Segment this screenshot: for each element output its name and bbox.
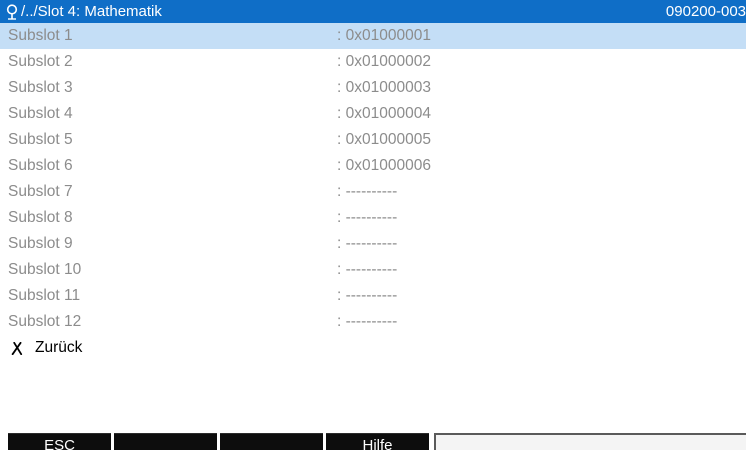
subslot-label: Subslot 3 (8, 79, 73, 96)
subslot-row-5[interactable]: Subslot 5 : 0x01000005 (0, 127, 746, 153)
network-plug-icon (6, 4, 18, 20)
subslot-row-10[interactable]: Subslot 10 : ---------- (0, 257, 746, 283)
softkey-2[interactable] (114, 433, 217, 450)
subslot-label: Subslot 7 (8, 183, 73, 200)
subslot-label: Subslot 10 (8, 261, 82, 278)
subslot-value: : 0x01000003 (337, 79, 431, 96)
subslot-value: : ---------- (337, 209, 398, 226)
subslot-list: Subslot 1 : 0x01000001 Subslot 2 : 0x010… (0, 23, 746, 361)
menu-code: 090200-003 (665, 3, 746, 20)
x-icon (11, 342, 23, 355)
back-label: Zurück (35, 339, 83, 356)
title-bar: /../Slot 4: Mathematik 090200-003 (0, 0, 746, 23)
subslot-value: : ---------- (337, 313, 398, 330)
softkey-help[interactable]: Hilfe (326, 433, 429, 450)
softkey-3[interactable] (220, 433, 323, 450)
subslot-row-7[interactable]: Subslot 7 : ---------- (0, 179, 746, 205)
subslot-value: : 0x01000006 (337, 157, 431, 174)
subslot-row-8[interactable]: Subslot 8 : ---------- (0, 205, 746, 231)
subslot-row-6[interactable]: Subslot 6 : 0x01000006 (0, 153, 746, 179)
softkey-help-label: Hilfe (362, 437, 393, 450)
subslot-value: : 0x01000005 (337, 131, 431, 148)
subslot-value: : 0x01000002 (337, 53, 431, 70)
breadcrumb-path: /../Slot 4: Mathematik (21, 3, 162, 20)
subslot-value: : ---------- (337, 287, 398, 304)
subslot-label: Subslot 2 (8, 53, 73, 70)
back-item[interactable]: Zurück (0, 335, 746, 361)
subslot-label: Subslot 4 (8, 105, 73, 122)
subslot-label: Subslot 11 (8, 287, 81, 304)
subslot-value: : 0x01000001 (337, 27, 431, 44)
subslot-row-4[interactable]: Subslot 4 : 0x01000004 (0, 101, 746, 127)
subslot-row-1[interactable]: Subslot 1 : 0x01000001 (0, 23, 746, 49)
softkey-bar: ESC Hilfe (0, 433, 746, 450)
subslot-label: Subslot 1 (8, 27, 73, 44)
subslot-label: Subslot 5 (8, 131, 73, 148)
subslot-value: : ---------- (337, 235, 398, 252)
subslot-row-2[interactable]: Subslot 2 : 0x01000002 (0, 49, 746, 75)
subslot-value: : 0x01000004 (337, 105, 431, 122)
subslot-value: : ---------- (337, 183, 398, 200)
subslot-row-3[interactable]: Subslot 3 : 0x01000003 (0, 75, 746, 101)
subslot-label: Subslot 9 (8, 235, 73, 252)
subslot-value: : ---------- (337, 261, 398, 278)
subslot-row-12[interactable]: Subslot 12 : ---------- (0, 309, 746, 335)
subslot-label: Subslot 6 (8, 157, 73, 174)
subslot-row-11[interactable]: Subslot 11 : ---------- (0, 283, 746, 309)
softkey-esc-label: ESC (44, 437, 75, 450)
subslot-label: Subslot 12 (8, 313, 82, 330)
softkey-5[interactable] (434, 433, 746, 450)
subslot-label: Subslot 8 (8, 209, 73, 226)
softkey-esc[interactable]: ESC (8, 433, 111, 450)
subslot-row-9[interactable]: Subslot 9 : ---------- (0, 231, 746, 257)
